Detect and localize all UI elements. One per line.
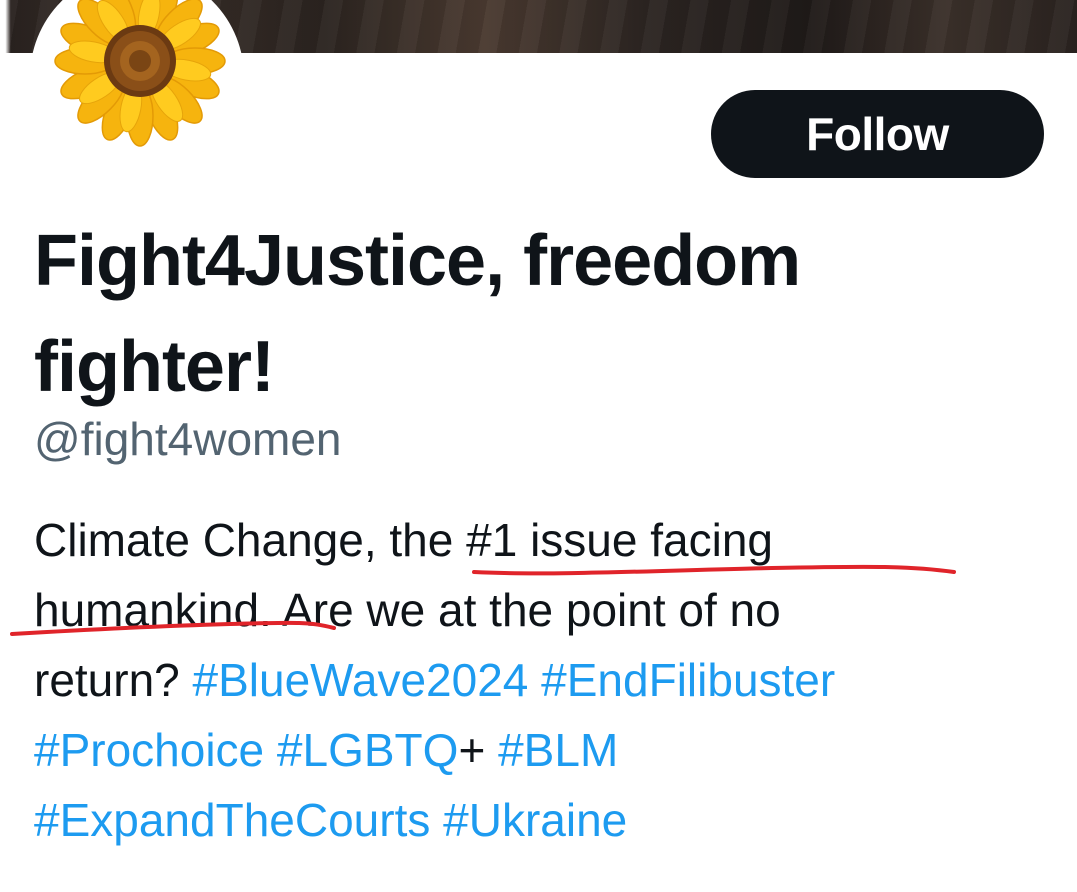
bio-text-underlined: the #1 issue facing	[389, 514, 773, 566]
bio-text: +	[458, 724, 499, 776]
hashtag-link[interactable]: #ExpandTheCourts	[34, 794, 430, 846]
profile-avatar[interactable]	[30, 0, 244, 184]
profile-handle: @fight4women	[34, 413, 342, 465]
hashtag-link[interactable]: #BLM	[498, 724, 618, 776]
follow-button[interactable]: Follow	[711, 90, 1044, 178]
red-underline-annotation	[472, 564, 956, 576]
hashtag-link[interactable]: #Ukraine	[443, 794, 627, 846]
bio-text: Climate Change,	[34, 514, 390, 566]
bio-line: #ExpandTheCourts #Ukraine	[34, 785, 1064, 855]
bio-line: return? #BlueWave2024 #EndFilibuster	[34, 645, 1064, 715]
profile-bio: Climate Change, the #1 issue facing huma…	[34, 505, 1064, 855]
red-underline-annotation	[10, 620, 336, 636]
hashtag-link[interactable]: #LGBTQ	[277, 724, 459, 776]
sunflower-avatar-icon	[33, 0, 241, 181]
bio-text: return?	[34, 654, 193, 706]
bio-text: Are we at the point of no	[271, 584, 781, 636]
hashtag-link[interactable]: #BlueWave2024	[193, 654, 529, 706]
bio-line: #Prochoice #LGBTQ+ #BLM	[34, 715, 1064, 785]
hashtag-link[interactable]: #EndFilibuster	[541, 654, 835, 706]
profile-display-name: Fight4Justice, freedom fighter!	[34, 221, 801, 407]
hashtag-link[interactable]: #Prochoice	[34, 724, 264, 776]
